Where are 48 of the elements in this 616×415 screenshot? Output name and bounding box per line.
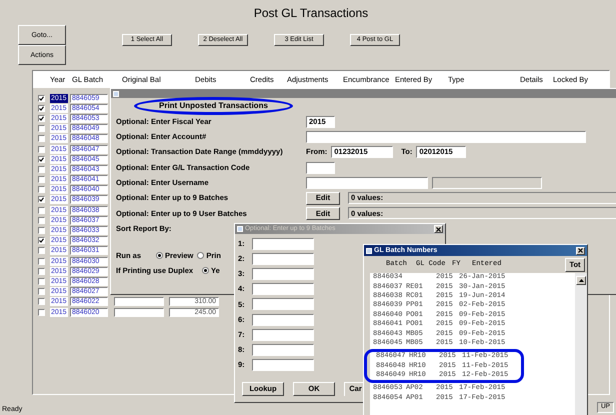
checkbox[interactable]: [38, 196, 45, 204]
close-icon[interactable]: [434, 225, 443, 233]
window-icon: [366, 248, 372, 254]
input-field[interactable]: [252, 238, 314, 250]
input-field[interactable]: [252, 283, 314, 296]
checkbox[interactable]: [38, 156, 45, 163]
checkbox[interactable]: [38, 288, 45, 296]
close-icon[interactable]: [576, 246, 585, 254]
window-icon: [113, 90, 119, 96]
input-field[interactable]: [306, 162, 335, 174]
input-field[interactable]: [306, 130, 586, 143]
checkbox[interactable]: [38, 176, 45, 184]
checkbox[interactable]: [38, 258, 45, 265]
window-icon: [237, 226, 243, 232]
input-field[interactable]: [252, 314, 314, 326]
checkbox[interactable]: [38, 237, 45, 244]
checkbox[interactable]: [38, 125, 45, 132]
input-field[interactable]: [252, 298, 314, 310]
table-cell: [114, 297, 164, 306]
input-field[interactable]: [252, 268, 314, 280]
checkbox[interactable]: [38, 298, 45, 306]
report-heading: Print Unposted Transactions: [134, 97, 293, 115]
checkbox[interactable]: [38, 186, 45, 194]
input-field[interactable]: [252, 359, 314, 372]
checkbox[interactable]: [38, 146, 45, 153]
radio-button[interactable]: [202, 267, 209, 274]
input-field[interactable]: [306, 176, 428, 189]
checkbox[interactable]: [38, 216, 45, 224]
checkbox[interactable]: [38, 247, 45, 254]
checkbox[interactable]: [38, 227, 45, 234]
checkbox[interactable]: [38, 308, 45, 316]
input-field[interactable]: [252, 328, 314, 341]
scroll-up-icon[interactable]: [576, 276, 586, 285]
radio-button[interactable]: [197, 252, 204, 260]
checkbox[interactable]: [38, 104, 45, 112]
input-field[interactable]: [252, 344, 314, 356]
radio-button[interactable]: [156, 252, 163, 260]
checkbox[interactable]: [38, 94, 45, 102]
checkbox[interactable]: [38, 166, 45, 173]
checkbox[interactable]: [38, 278, 45, 285]
scrollbar[interactable]: [575, 273, 587, 415]
checkbox[interactable]: [38, 114, 45, 122]
checkbox[interactable]: [38, 135, 45, 142]
checkbox[interactable]: [38, 206, 45, 214]
table-cell: [114, 308, 164, 317]
window-title: Post GL Transactions: [252, 5, 370, 19]
input-field[interactable]: [252, 252, 314, 265]
checkbox[interactable]: [38, 268, 45, 275]
